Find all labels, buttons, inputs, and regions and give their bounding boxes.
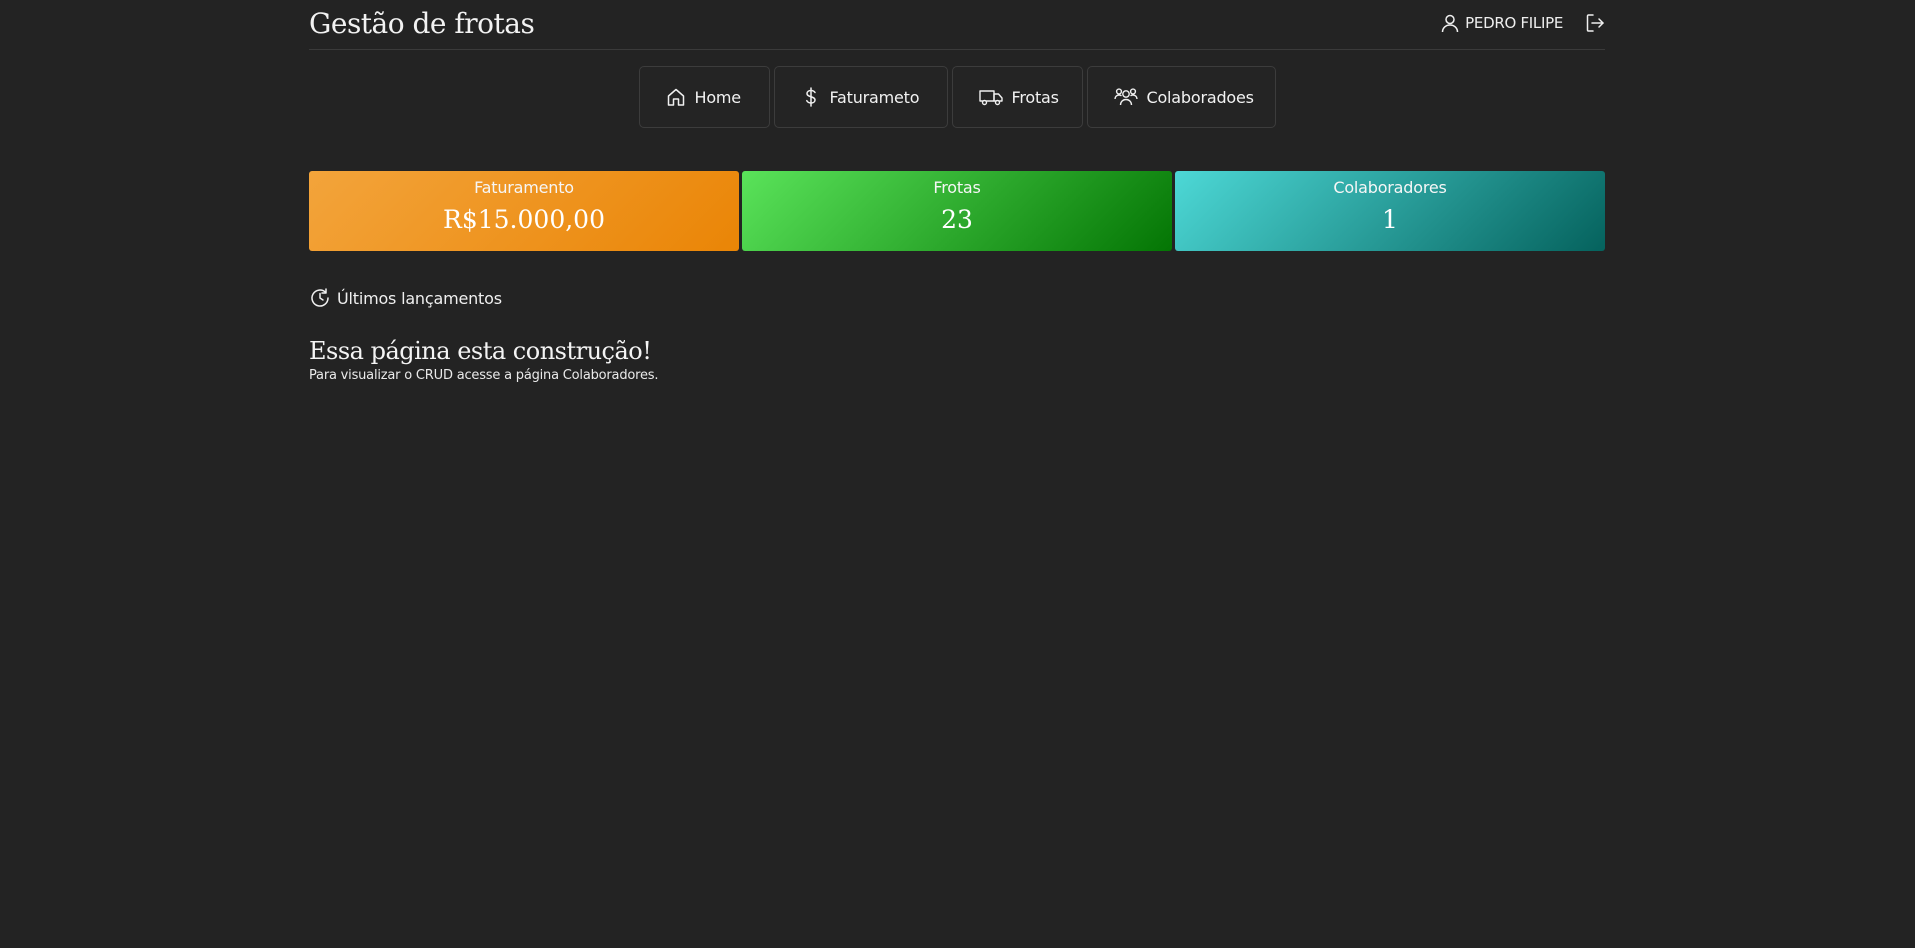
nav-colaboradores-button[interactable]: Colaboradoes (1086, 66, 1276, 128)
nav-frotas-label: Frotas (1011, 87, 1059, 107)
user-icon (1440, 13, 1460, 33)
main-nav: Home Faturameto Frotas Colaboradoes (309, 66, 1605, 128)
dollar-icon (801, 87, 821, 107)
user-name[interactable]: PEDRO FILIPE (1465, 14, 1563, 32)
frotas-card-value: 23 (941, 205, 973, 234)
users-icon (1113, 87, 1138, 107)
nav-home-button[interactable]: Home (638, 66, 770, 128)
nav-home-label: Home (694, 87, 742, 107)
colaboradores-card-title: Colaboradores (1333, 178, 1447, 197)
recent-entries-label: Últimos lançamentos (337, 288, 502, 308)
nav-frotas-button[interactable]: Frotas (951, 66, 1083, 128)
construction-heading: Essa página esta construção! (309, 337, 652, 365)
construction-subtext: Para visualizar o CRUD acesse a página C… (309, 368, 659, 383)
summary-cards: Faturamento R$15.000,00 Frotas 23 Colabo… (309, 171, 1605, 251)
nav-colaboradores-label: Colaboradoes (1146, 87, 1254, 107)
nav-faturamento-button[interactable]: Faturameto (773, 66, 948, 128)
faturamento-card: Faturamento R$15.000,00 (309, 171, 739, 251)
faturamento-card-title: Faturamento (474, 178, 574, 197)
recent-entries-heading: Últimos lançamentos (309, 287, 1605, 309)
colaboradores-card: Colaboradores 1 (1175, 171, 1605, 251)
home-icon (666, 87, 686, 107)
nav-faturamento-label: Faturameto (829, 87, 920, 107)
app-title: Gestão de frotas (309, 7, 535, 40)
faturamento-card-value: R$15.000,00 (443, 205, 605, 234)
frotas-card-title: Frotas (933, 178, 981, 197)
logout-icon[interactable] (1585, 13, 1605, 33)
frotas-card: Frotas 23 (742, 171, 1172, 251)
truck-icon (978, 87, 1003, 107)
user-area: PEDRO FILIPE (1440, 13, 1605, 33)
history-icon (309, 287, 331, 309)
page-container: Gestão de frotas PEDRO FILIPE Home Fatur… (309, 0, 1605, 383)
top-header: Gestão de frotas PEDRO FILIPE (309, 0, 1605, 50)
colaboradores-card-value: 1 (1382, 205, 1398, 234)
